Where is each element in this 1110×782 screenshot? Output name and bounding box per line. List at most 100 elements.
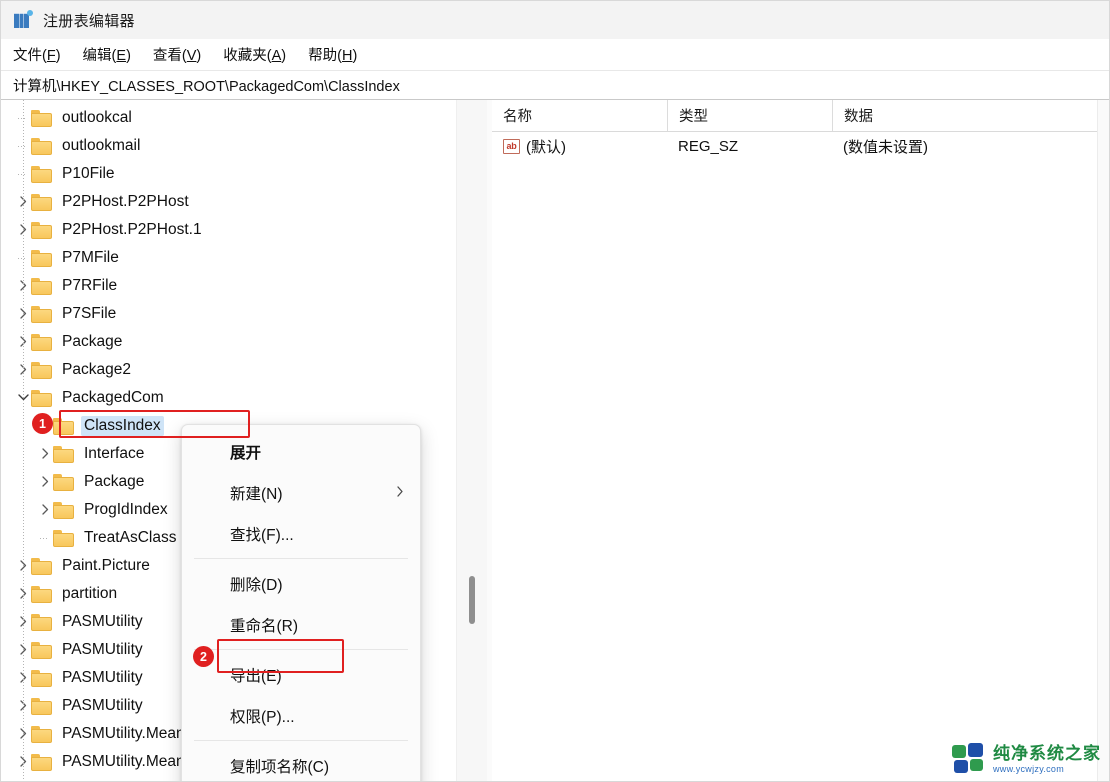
chevron-right-icon[interactable] bbox=[37, 475, 53, 489]
tree-item-label: P7RFile bbox=[62, 277, 118, 294]
tree-item-label: P7SFile bbox=[62, 305, 117, 322]
folder-icon bbox=[31, 333, 52, 351]
menu-edit-label: 编辑 bbox=[82, 48, 112, 64]
menu-view-label: 查看 bbox=[152, 48, 182, 64]
address-bar[interactable]: 计算机\HKEY_CLASSES_ROOT\PackagedCom\ClassI… bbox=[1, 71, 1109, 100]
tree-item[interactable]: P2PHost.P2PHost.1 bbox=[1, 216, 456, 244]
chevron-right-icon[interactable] bbox=[15, 671, 31, 685]
menu-help-label: 帮助 bbox=[308, 48, 338, 64]
folder-icon bbox=[31, 305, 52, 323]
folder-icon bbox=[31, 697, 52, 715]
context-menu-item[interactable]: 新建(N) bbox=[182, 472, 420, 513]
tree-item-label: ProgIdIndex bbox=[84, 501, 168, 518]
folder-icon bbox=[31, 753, 52, 771]
value-list-body: ab (默认) REG_SZ (数值未设置) bbox=[492, 132, 1109, 160]
chevron-right-icon[interactable] bbox=[15, 615, 31, 629]
chevron-right-icon[interactable] bbox=[15, 307, 31, 321]
folder-icon bbox=[53, 529, 74, 547]
tree-item[interactable]: Package2 bbox=[1, 356, 456, 384]
folder-icon bbox=[31, 613, 52, 631]
watermark-logo-icon bbox=[952, 743, 986, 775]
tree-scrollbar-track[interactable] bbox=[457, 100, 488, 781]
context-menu-item-label: 新建(N) bbox=[230, 485, 283, 503]
tree-item-label: Package bbox=[62, 333, 123, 350]
tree-item-label: P2PHost.P2PHost.1 bbox=[62, 221, 202, 238]
folder-icon bbox=[53, 417, 74, 435]
context-menu-permissions[interactable]: 权限(P)... bbox=[182, 695, 420, 736]
registry-value-pane: 名称 类型 数据 ab (默认) REG_SZ (数值未设置) bbox=[492, 100, 1109, 781]
chevron-right-icon[interactable] bbox=[15, 559, 31, 573]
context-menu-item[interactable]: 重命名(R) bbox=[182, 604, 420, 645]
chevron-right-icon[interactable] bbox=[15, 587, 31, 601]
folder-icon bbox=[31, 249, 52, 267]
context-menu-item-label: 复制项名称(C) bbox=[230, 758, 330, 776]
tree-item[interactable]: outlookcal bbox=[1, 104, 456, 132]
menu-favorites-label: 收藏夹 bbox=[223, 48, 267, 64]
context-menu-item[interactable]: 复制项名称(C) bbox=[182, 745, 420, 781]
tree-context-menu: 展开新建(N) 查找(F)... 删除(D) 重命名(R) 导出(E) 权限(P)... 复… bbox=[181, 424, 421, 781]
menu-edit[interactable]: 编辑(E) bbox=[83, 44, 131, 65]
chevron-right-icon[interactable] bbox=[15, 727, 31, 741]
context-menu-item[interactable]: 导出(E) bbox=[182, 654, 420, 695]
context-menu-item[interactable]: 展开 bbox=[182, 431, 420, 472]
window-title: 注册表编辑器 bbox=[43, 12, 135, 30]
context-menu-item-label: 删除(D) bbox=[230, 576, 283, 594]
chevron-right-icon[interactable] bbox=[15, 195, 31, 209]
tree-item-label: PASMUtility bbox=[62, 669, 143, 686]
title-bar: 注册表编辑器 bbox=[1, 1, 1109, 39]
chevron-right-icon[interactable] bbox=[15, 643, 31, 657]
folder-icon bbox=[31, 557, 52, 575]
value-list-row[interactable]: ab (默认) REG_SZ (数值未设置) bbox=[492, 132, 1109, 160]
tree-item-label: ClassIndex bbox=[81, 416, 164, 436]
menu-favorites[interactable]: 收藏夹(A) bbox=[223, 44, 286, 65]
value-list-scrollbar[interactable] bbox=[1097, 100, 1109, 781]
folder-icon bbox=[31, 193, 52, 211]
chevron-down-icon[interactable] bbox=[15, 392, 31, 404]
menu-file[interactable]: 文件(F) bbox=[13, 44, 61, 65]
menu-view[interactable]: 查看(V) bbox=[153, 44, 201, 65]
tree-item-label: TreatAsClass bbox=[84, 529, 177, 546]
tree-item[interactable]: P7SFile bbox=[1, 300, 456, 328]
folder-icon bbox=[53, 473, 74, 491]
column-header-data[interactable]: 数据 bbox=[832, 100, 1109, 131]
menu-file-accel: F bbox=[46, 48, 56, 64]
annotation-badge-2: 2 bbox=[193, 646, 214, 667]
watermark-title: 纯净系统之家 bbox=[993, 743, 1101, 763]
tree-item-label: P10File bbox=[62, 165, 115, 182]
chevron-right-icon[interactable] bbox=[15, 363, 31, 377]
value-list-header: 名称 类型 数据 bbox=[492, 100, 1109, 132]
menu-separator bbox=[194, 558, 408, 559]
menu-help[interactable]: 帮助(H) bbox=[308, 44, 357, 65]
tree-item-label: outlookcal bbox=[62, 109, 132, 126]
tree-item[interactable]: Package bbox=[1, 328, 456, 356]
folder-icon bbox=[31, 641, 52, 659]
tree-item[interactable]: P7MFile bbox=[1, 244, 456, 272]
folder-icon bbox=[31, 165, 52, 183]
chevron-right-icon[interactable] bbox=[37, 447, 53, 461]
menu-help-accel: H bbox=[341, 48, 353, 64]
context-menu-item[interactable]: 删除(D) bbox=[182, 563, 420, 604]
tree-item[interactable]: P10File bbox=[1, 160, 456, 188]
chevron-right-icon[interactable] bbox=[37, 503, 53, 517]
tree-item[interactable]: P2PHost.P2PHost bbox=[1, 188, 456, 216]
folder-icon bbox=[53, 445, 74, 463]
chevron-right-icon[interactable] bbox=[15, 335, 31, 349]
value-data-cell: (数值未设置) bbox=[843, 138, 928, 156]
tree-item[interactable]: outlookmail bbox=[1, 132, 456, 160]
tree-item-label: Paint.Picture bbox=[62, 557, 150, 574]
chevron-right-icon[interactable] bbox=[15, 755, 31, 769]
tree-item-label: Package2 bbox=[62, 361, 131, 378]
chevron-right-icon[interactable] bbox=[15, 223, 31, 237]
column-header-name[interactable]: 名称 bbox=[492, 100, 667, 131]
tree-item[interactable]: P7RFile bbox=[1, 272, 456, 300]
context-menu-item[interactable]: 查找(F)... bbox=[182, 513, 420, 554]
tree-item-label: PASMUtility bbox=[62, 697, 143, 714]
value-name-text: (默认) bbox=[526, 138, 566, 156]
chevron-right-icon[interactable] bbox=[15, 699, 31, 713]
tree-item[interactable]: PackagedCom bbox=[1, 384, 456, 412]
tree-item-label: Package bbox=[84, 473, 145, 490]
column-header-type[interactable]: 类型 bbox=[667, 100, 832, 131]
chevron-right-icon[interactable] bbox=[15, 279, 31, 293]
tree-scrollbar-thumb[interactable] bbox=[469, 576, 475, 624]
context-menu-item-label: 查找(F)... bbox=[230, 526, 294, 544]
